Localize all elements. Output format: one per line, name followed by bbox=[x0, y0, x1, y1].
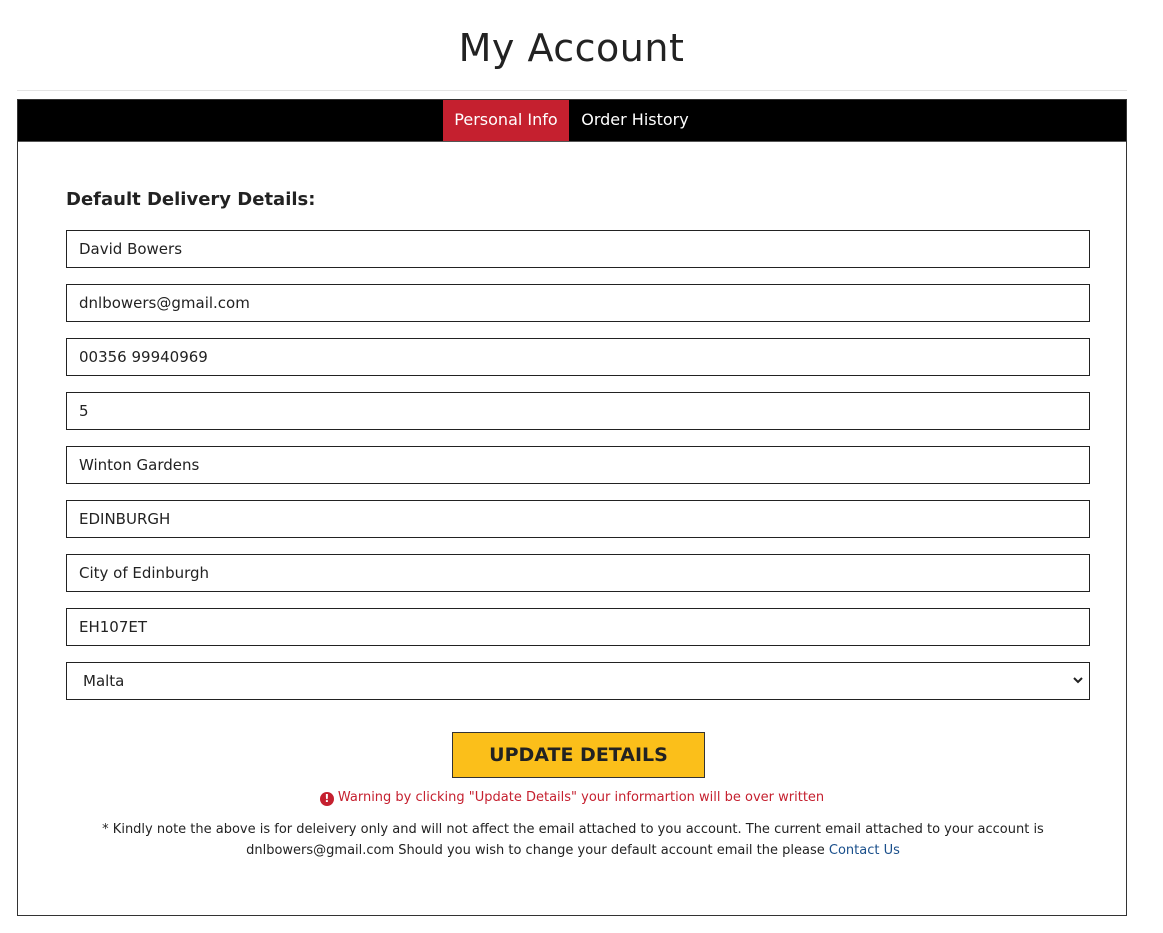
account-panel: Personal Info Order History Default Deli… bbox=[17, 99, 1127, 916]
chevron-down-icon bbox=[1073, 677, 1083, 684]
full-name-input[interactable] bbox=[66, 230, 1090, 268]
street-input[interactable] bbox=[66, 446, 1090, 484]
country-select-value: Malta bbox=[83, 672, 125, 690]
postcode-input[interactable] bbox=[66, 608, 1090, 646]
delivery-note: * Kindly note the above is for deleivery… bbox=[98, 819, 1048, 861]
contact-us-link[interactable]: Contact Us bbox=[829, 843, 900, 858]
tab-order-history[interactable]: Order History bbox=[572, 100, 698, 141]
tab-bar: Personal Info Order History bbox=[18, 100, 1126, 142]
phone-input[interactable] bbox=[66, 338, 1090, 376]
exclamation-circle-icon: ! bbox=[319, 792, 334, 806]
delivery-details-heading: Default Delivery Details: bbox=[66, 189, 316, 210]
note-line-2: dnlbowers@gmail.com Should you wish to c… bbox=[246, 843, 825, 858]
house-number-input[interactable] bbox=[66, 392, 1090, 430]
town-city-input[interactable] bbox=[66, 500, 1090, 538]
country-select[interactable]: Malta bbox=[66, 662, 1090, 700]
email-input[interactable] bbox=[66, 284, 1090, 322]
tab-personal-info[interactable]: Personal Info bbox=[443, 100, 569, 141]
title-divider bbox=[17, 90, 1127, 91]
note-line-1: * Kindly note the above is for deleivery… bbox=[102, 822, 1044, 837]
update-details-button[interactable]: UPDATE DETAILS bbox=[452, 732, 705, 778]
page-title: My Account bbox=[458, 26, 685, 70]
warning-message: ! Warning by clicking "Update Details" yo… bbox=[18, 790, 1126, 806]
warning-text: Warning by clicking "Update Details" you… bbox=[337, 790, 825, 805]
county-input[interactable] bbox=[66, 554, 1090, 592]
